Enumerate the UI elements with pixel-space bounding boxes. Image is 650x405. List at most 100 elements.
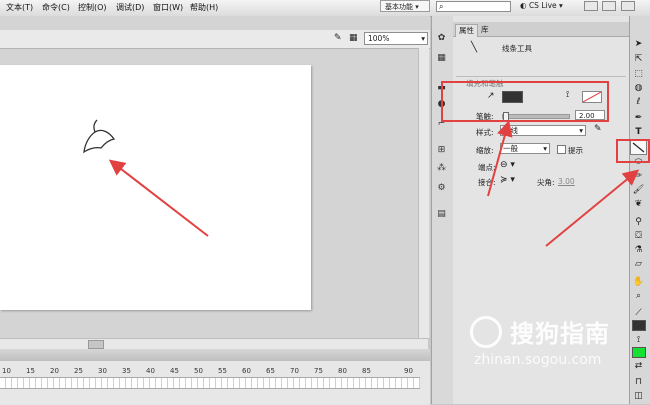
frame-number: 75 bbox=[314, 367, 323, 375]
search-icon: ⌕ bbox=[439, 2, 444, 11]
join-select[interactable]: ≽ ▾ bbox=[500, 175, 515, 185]
motion-presets-icon[interactable]: ⚙ bbox=[434, 182, 449, 195]
text-tool-icon[interactable]: T bbox=[631, 126, 646, 139]
menu-text[interactable]: 文本(T) bbox=[6, 2, 33, 13]
cap-label: 端点: bbox=[478, 163, 496, 172]
miter-label: 尖角: bbox=[537, 178, 555, 187]
frame-number: 50 bbox=[194, 367, 203, 375]
edit-stroke-style-icon[interactable]: ✎ bbox=[594, 124, 602, 134]
library-panel-icon[interactable]: ▤ bbox=[434, 208, 449, 221]
frame-number: 80 bbox=[338, 367, 347, 375]
stage-canvas[interactable] bbox=[0, 65, 311, 310]
stroke-color-icon: ⟋ bbox=[635, 308, 642, 318]
frame-number: 70 bbox=[290, 367, 299, 375]
frame-number: 20 bbox=[50, 367, 59, 375]
frame-number: 85 bbox=[362, 367, 371, 375]
pencil-tool-icon[interactable]: ✏ bbox=[631, 170, 646, 183]
frame-number: 30 bbox=[98, 367, 107, 375]
hint-checkbox[interactable] bbox=[557, 145, 566, 154]
edit-scene-icon[interactable]: ▦ bbox=[349, 33, 358, 43]
cs-live-label: CS Live bbox=[528, 1, 557, 10]
eyedropper-tool-icon[interactable]: ⚗ bbox=[631, 244, 646, 257]
3d-rotation-icon[interactable]: ◍ bbox=[631, 82, 646, 95]
cs-live-button[interactable]: ◐ CS Live ▾ bbox=[520, 1, 563, 10]
stroke-color-button[interactable] bbox=[632, 320, 646, 331]
watermark-text: 搜狗指南 bbox=[510, 320, 610, 348]
deco-tool-icon[interactable]: ❦ bbox=[631, 198, 646, 211]
menu-window[interactable]: 窗口(W) bbox=[153, 2, 183, 13]
frame-number: 10 bbox=[2, 367, 11, 375]
chevron-down-icon: ▾ bbox=[579, 126, 583, 135]
chevron-down-icon: ▾ bbox=[421, 34, 425, 43]
scale-label: 缩放: bbox=[476, 146, 494, 155]
frame-number: 55 bbox=[218, 367, 227, 375]
line-tool-icon: ╲ bbox=[471, 42, 478, 53]
timeline-header bbox=[0, 349, 430, 361]
tab-properties[interactable]: 属性 bbox=[455, 24, 478, 37]
frame-number: 15 bbox=[26, 367, 35, 375]
timeline-frames[interactable] bbox=[0, 377, 420, 389]
sogou-logo-icon bbox=[470, 316, 502, 348]
cap-select[interactable]: ⊖ ▾ bbox=[500, 160, 515, 170]
components-icon[interactable]: ⁂ bbox=[434, 162, 449, 175]
color-panel-icon[interactable]: ✿ bbox=[434, 32, 449, 45]
chevron-down-icon: ▾ bbox=[543, 144, 547, 153]
subselection-tool-icon[interactable]: ⇱ bbox=[631, 53, 646, 66]
style-value: 实线 bbox=[503, 126, 518, 135]
frame-number: 40 bbox=[146, 367, 155, 375]
bone-tool-icon[interactable]: ⚲ bbox=[631, 216, 646, 229]
style-select[interactable]: 实线 ▾ bbox=[500, 125, 586, 136]
scale-value: 一般 bbox=[503, 144, 518, 153]
fill-color-button[interactable] bbox=[632, 347, 646, 358]
options-icon[interactable]: ◫ bbox=[631, 390, 646, 403]
zoom-select[interactable]: 100% ▾ bbox=[364, 32, 428, 45]
frame-number: 65 bbox=[266, 367, 275, 375]
tab-library[interactable]: 库 bbox=[478, 24, 492, 35]
zoom-value: 100% bbox=[368, 34, 390, 43]
zoom-tool-icon[interactable]: ⌕ bbox=[631, 290, 646, 303]
style-label: 样式: bbox=[476, 128, 494, 137]
highlight-stroke-fill bbox=[441, 81, 609, 122]
frame-number: 25 bbox=[74, 367, 83, 375]
edit-symbols-icon[interactable]: ✎ bbox=[334, 33, 342, 43]
menu-debug[interactable]: 调试(D) bbox=[116, 2, 144, 13]
vertical-scrollbar[interactable] bbox=[418, 48, 429, 338]
snap-icon[interactable]: ⊓ bbox=[631, 376, 646, 389]
free-transform-icon[interactable]: ⬚ bbox=[631, 68, 646, 81]
minimize-icon[interactable] bbox=[584, 1, 598, 11]
close-icon[interactable] bbox=[621, 1, 635, 11]
workspace-label: 基本功能 bbox=[385, 3, 413, 11]
scale-select[interactable]: 一般 ▾ bbox=[500, 143, 550, 154]
menu-commands[interactable]: 命令(C) bbox=[42, 2, 70, 13]
watermark-url: zhinan.sogou.com bbox=[474, 352, 602, 368]
frame-number: 90 bbox=[404, 367, 413, 375]
miter-value[interactable]: 3.00 bbox=[558, 177, 575, 186]
menu-help[interactable]: 帮助(H) bbox=[190, 2, 218, 13]
swatches-panel-icon[interactable]: ▦ bbox=[434, 52, 449, 65]
tool-name: 线条工具 bbox=[502, 44, 532, 53]
pen-tool-icon[interactable]: ✒ bbox=[631, 112, 646, 125]
cs-live-icon: ◐ bbox=[520, 1, 527, 10]
frame-number: 45 bbox=[170, 367, 179, 375]
highlight-line-tool bbox=[616, 139, 650, 163]
horizontal-scrollbar[interactable] bbox=[0, 338, 428, 349]
brush-tool-icon[interactable]: 🖌 bbox=[631, 184, 646, 197]
restore-icon[interactable] bbox=[602, 1, 616, 11]
hint-label: 提示 bbox=[568, 146, 583, 155]
menu-control[interactable]: 控制(O) bbox=[78, 2, 107, 13]
leaf-drawing bbox=[83, 119, 116, 154]
paint-bucket-tool-icon[interactable]: ⛋ bbox=[631, 230, 646, 243]
lasso-tool-icon[interactable]: ℓ bbox=[631, 96, 646, 109]
workspace-switcher[interactable]: 基本功能 ▾ bbox=[380, 0, 430, 12]
search-input[interactable]: ⌕ bbox=[436, 1, 511, 12]
scroll-thumb[interactable] bbox=[88, 340, 104, 349]
hand-tool-icon[interactable]: ✋ bbox=[631, 276, 646, 289]
join-label: 接合: bbox=[478, 178, 496, 187]
frame-number: 60 bbox=[242, 367, 251, 375]
selection-tool-icon[interactable]: ➤ bbox=[631, 38, 646, 51]
code-snippets-icon[interactable]: ⊞ bbox=[434, 144, 449, 157]
fill-bucket-icon: ⟟ bbox=[636, 335, 641, 345]
frame-number: 35 bbox=[122, 367, 131, 375]
swap-colors-icon[interactable]: ⇄ bbox=[631, 360, 646, 373]
eraser-tool-icon[interactable]: ▱ bbox=[631, 258, 646, 271]
